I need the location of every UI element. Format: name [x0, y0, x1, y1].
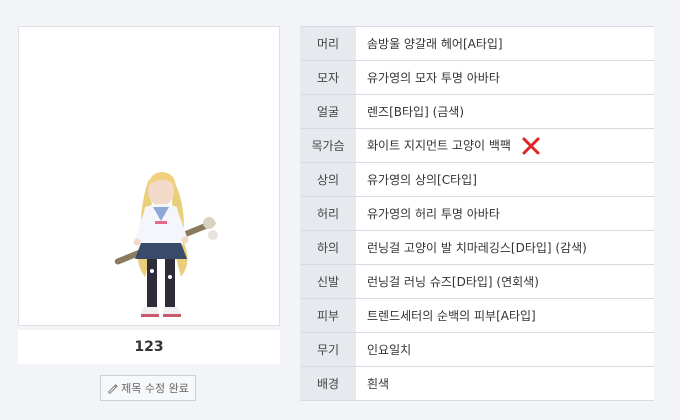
pencil-icon [108, 383, 118, 394]
slot-label: 하의 [300, 230, 356, 265]
equipment-row-bottom: 하의 런닝걸 고양이 발 치마레깅스[D타입] (감색) [300, 230, 654, 265]
equipment-row-top: 상의 유가영의 상의[C타입] [300, 162, 654, 197]
slot-label: 배경 [300, 366, 356, 401]
slot-label: 머리 [300, 26, 356, 61]
item-name: 렌즈[B타입] (금색) [356, 94, 654, 129]
equipment-table: 머리 솜방울 양갈래 헤어[A타입] 모자 유가영의 모자 투명 아바타 얼굴 … [300, 26, 654, 401]
slot-label: 허리 [300, 196, 356, 231]
item-name: 런닝걸 러닝 슈즈[D타입] (연회색) [356, 264, 654, 299]
item-name: 유가영의 상의[C타입] [356, 162, 654, 197]
red-x-icon [521, 136, 541, 156]
slot-label: 얼굴 [300, 94, 356, 129]
equipment-row-waist: 허리 유가영의 허리 투명 아바타 [300, 196, 654, 231]
item-name: 솜방울 양갈래 헤어[A타입] [356, 26, 654, 61]
edit-title-complete-button[interactable]: 제목 수정 완료 [100, 375, 196, 401]
character-name: 123 [18, 330, 280, 364]
equipment-row-shoes: 신발 런닝걸 러닝 슈즈[D타입] (연회색) [300, 264, 654, 299]
character-avatar-image [114, 171, 218, 317]
equipment-row-face: 얼굴 렌즈[B타입] (금색) [300, 94, 654, 129]
equipment-row-neck: 목가슴 화이트 지지먼트 고양이 백팩 [300, 128, 654, 163]
slot-label: 상의 [300, 162, 356, 197]
equipment-row-hair: 머리 솜방울 양갈래 헤어[A타입] [300, 26, 654, 61]
item-name: 인요일치 [356, 332, 654, 367]
equipment-row-background: 배경 흰색 [300, 366, 654, 401]
slot-label: 무기 [300, 332, 356, 367]
slot-label: 신발 [300, 264, 356, 299]
equipment-row-skin: 피부 트렌드세터의 순백의 피부[A타입] [300, 298, 654, 333]
equipment-row-hat: 모자 유가영의 모자 투명 아바타 [300, 60, 654, 95]
avatar-preview-panel [18, 26, 280, 326]
item-name: 유가영의 허리 투명 아바타 [356, 196, 654, 231]
item-name: 화이트 지지먼트 고양이 백팩 [367, 138, 511, 152]
slot-label: 피부 [300, 298, 356, 333]
item-name: 트렌드세터의 순백의 피부[A타입] [356, 298, 654, 333]
item-name: 흰색 [356, 366, 654, 401]
slot-label: 모자 [300, 60, 356, 95]
edit-title-complete-label: 제목 수정 완료 [121, 382, 189, 395]
item-name: 런닝걸 고양이 발 치마레깅스[D타입] (감색) [356, 230, 654, 265]
equipment-row-weapon: 무기 인요일치 [300, 332, 654, 367]
item-name: 유가영의 모자 투명 아바타 [356, 60, 654, 95]
item-cell: 화이트 지지먼트 고양이 백팩 [356, 128, 654, 163]
slot-label: 목가슴 [300, 128, 356, 163]
